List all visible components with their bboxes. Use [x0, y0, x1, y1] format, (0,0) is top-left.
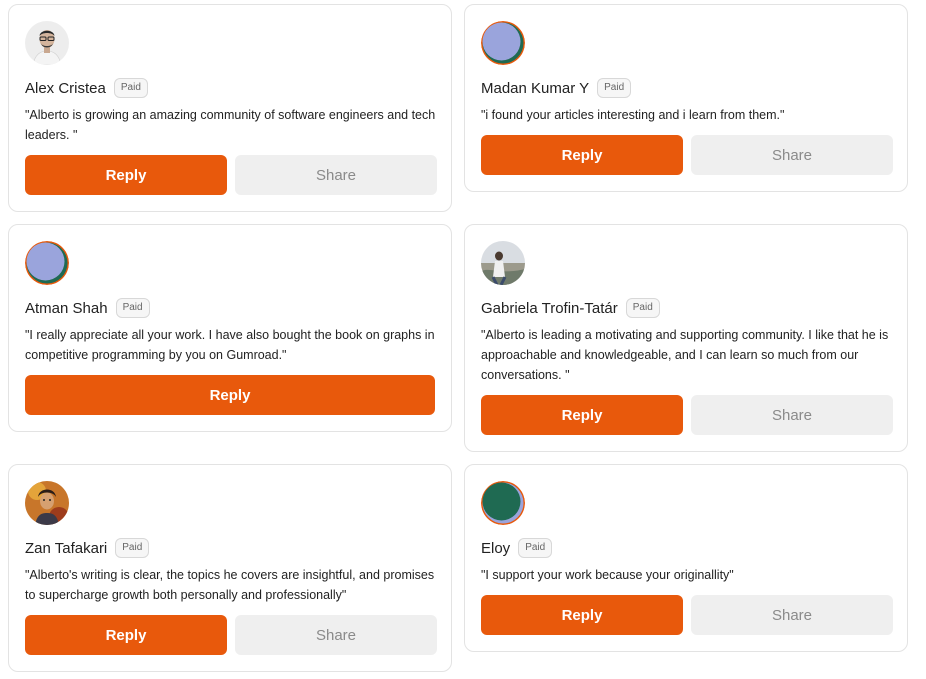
share-button[interactable]: Share	[235, 615, 437, 655]
commenter-name[interactable]: Zan Tafakari	[25, 540, 107, 557]
comment-card: Zan Tafakari Paid "Alberto's writing is …	[8, 464, 452, 672]
reply-button[interactable]: Reply	[481, 135, 683, 175]
commenter-name[interactable]: Gabriela Trofin-Tatár	[481, 300, 618, 317]
paid-badge: Paid	[625, 298, 660, 318]
comment-card: Alex Cristea Paid "Alberto is growing an…	[8, 4, 452, 212]
reply-button[interactable]: Reply	[25, 375, 435, 415]
reply-button[interactable]: Reply	[25, 155, 227, 195]
reply-button[interactable]: Reply	[481, 595, 683, 635]
paid-badge: Paid	[518, 538, 553, 558]
comment-card: Eloy Paid "I support your work because y…	[464, 464, 908, 652]
share-button[interactable]: Share	[235, 155, 437, 195]
reply-button[interactable]: Reply	[25, 615, 227, 655]
comment-text: "Alberto is growing an amazing community…	[25, 108, 436, 142]
commenter-name[interactable]: Atman Shah	[25, 300, 108, 317]
comment-card: Gabriela Trofin-Tatár Paid "Alberto is l…	[464, 224, 908, 452]
user-photo-icon	[25, 21, 69, 65]
user-photo-icon	[25, 481, 69, 525]
avatar[interactable]	[481, 481, 525, 525]
comment-text: "i found your articles interesting and i…	[481, 108, 785, 122]
paid-badge: Paid	[115, 538, 150, 558]
paid-badge: Paid	[597, 78, 632, 98]
paid-badge: Paid	[113, 78, 148, 98]
paid-badge: Paid	[115, 298, 150, 318]
default-avatar-icon	[481, 21, 525, 65]
avatar[interactable]	[25, 481, 69, 525]
avatar[interactable]	[481, 241, 525, 285]
share-button[interactable]: Share	[691, 595, 893, 635]
comment-text: "Alberto is leading a motivating and sup…	[481, 328, 889, 382]
avatar[interactable]	[25, 241, 69, 285]
comment-card: Madan Kumar Y Paid "i found your article…	[464, 4, 908, 192]
commenter-name[interactable]: Madan Kumar Y	[481, 80, 589, 97]
commenter-name[interactable]: Eloy	[481, 540, 510, 557]
commenter-name[interactable]: Alex Cristea	[25, 80, 106, 97]
user-photo-icon	[481, 241, 525, 285]
default-avatar-icon	[25, 241, 69, 285]
share-button[interactable]: Share	[691, 395, 893, 435]
avatar[interactable]	[481, 21, 525, 65]
default-avatar-icon	[481, 481, 525, 525]
comment-text: "I really appreciate all your work. I ha…	[25, 328, 435, 362]
reply-button[interactable]: Reply	[481, 395, 683, 435]
comment-card: Atman Shah Paid "I really appreciate all…	[8, 224, 452, 432]
avatar[interactable]	[25, 21, 69, 65]
comment-text: "Alberto's writing is clear, the topics …	[25, 568, 435, 602]
comment-text: "I support your work because your origin…	[481, 568, 734, 582]
share-button[interactable]: Share	[691, 135, 893, 175]
